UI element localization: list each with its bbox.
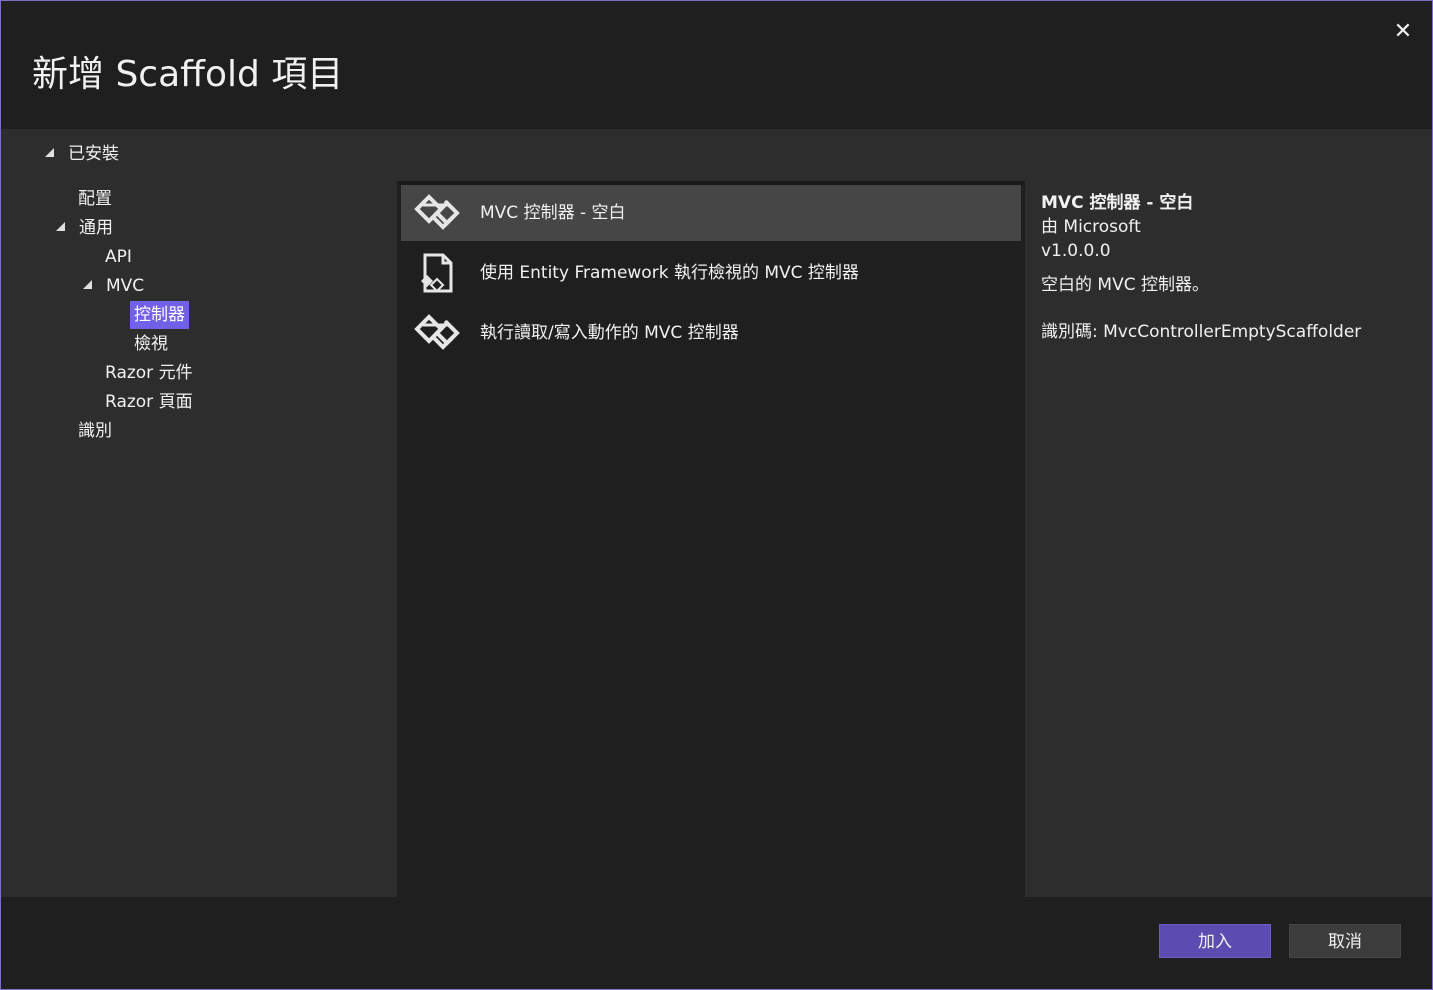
tree-node-mvc[interactable]: MVC bbox=[83, 272, 148, 300]
details-publisher: 由 Microsoft bbox=[1041, 217, 1141, 237]
dialog-title: 新增 Scaffold 項目 bbox=[32, 54, 344, 95]
expanded-arrow-icon[interactable] bbox=[56, 222, 65, 231]
list-item[interactable]: 執行讀取/寫入動作的 MVC 控制器 bbox=[401, 305, 1021, 361]
category-tree: 已安裝 配置 通用 API MVC 控制器 檢視 Razor 元件 Razor … bbox=[1, 129, 397, 897]
dialog-footer: 加入 取消 bbox=[1, 897, 1432, 989]
tree-node-identity[interactable]: 識別 bbox=[74, 417, 116, 445]
details-description: 空白的 MVC 控制器。 bbox=[1041, 275, 1209, 295]
details-name: MVC 控制器 - 空白 bbox=[1041, 193, 1194, 213]
tree-node-installed[interactable]: 已安裝 bbox=[45, 140, 123, 168]
tree-node-common[interactable]: 通用 bbox=[56, 214, 117, 242]
details-identifier: 識別碼: MvcControllerEmptyScaffolder bbox=[1041, 322, 1362, 342]
close-icon[interactable]: ✕ bbox=[1390, 19, 1416, 45]
add-button[interactable]: 加入 bbox=[1159, 924, 1271, 958]
cancel-button[interactable]: 取消 bbox=[1289, 924, 1401, 958]
tree-node-razor-page[interactable]: Razor 頁面 bbox=[101, 388, 197, 416]
dialog-body: 已安裝 配置 通用 API MVC 控制器 檢視 Razor 元件 Razor … bbox=[1, 129, 1432, 901]
tree-node-controller[interactable]: 控制器 bbox=[130, 301, 189, 329]
add-scaffold-dialog: 新增 Scaffold 項目 ✕ 已安裝 配置 通用 API MVC 控制器 檢… bbox=[0, 0, 1433, 990]
tree-node-razor-component[interactable]: Razor 元件 bbox=[101, 359, 197, 387]
expanded-arrow-icon[interactable] bbox=[83, 280, 92, 289]
mvc-controller-icon bbox=[414, 314, 460, 350]
dialog-header: 新增 Scaffold 項目 ✕ bbox=[1, 1, 1432, 129]
list-item[interactable]: 使用 Entity Framework 執行檢視的 MVC 控制器 bbox=[401, 245, 1021, 301]
template-list: MVC 控制器 - 空白 使用 Entity Framework 執行檢視的 M… bbox=[397, 181, 1025, 901]
entity-framework-icon bbox=[421, 253, 453, 293]
mvc-controller-icon bbox=[414, 194, 460, 230]
details-version: v1.0.0.0 bbox=[1041, 241, 1111, 261]
details-panel: MVC 控制器 - 空白 由 Microsoft v1.0.0.0 空白的 MV… bbox=[1027, 181, 1432, 897]
tree-node-api[interactable]: API bbox=[101, 243, 136, 271]
list-item[interactable]: MVC 控制器 - 空白 bbox=[401, 185, 1021, 241]
tree-node-view[interactable]: 檢視 bbox=[130, 330, 172, 358]
tree-node-config[interactable]: 配置 bbox=[74, 185, 116, 213]
expanded-arrow-icon[interactable] bbox=[45, 148, 54, 157]
